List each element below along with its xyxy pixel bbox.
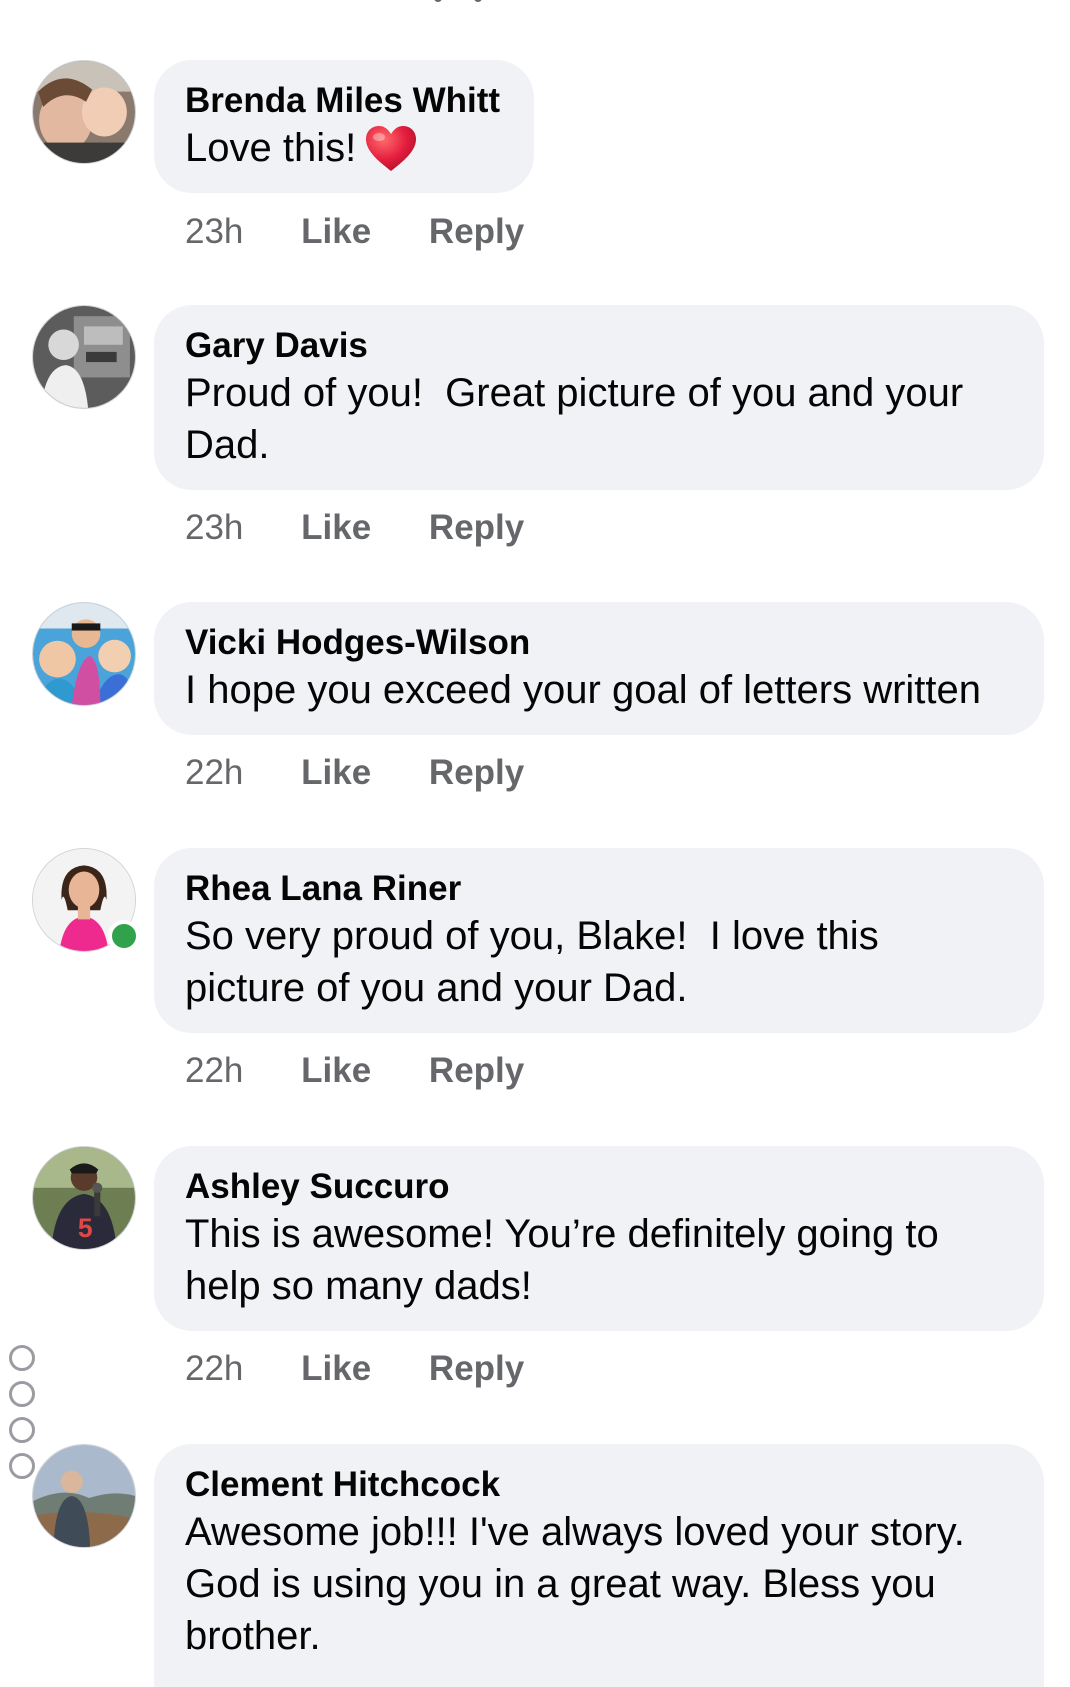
comment-author[interactable]: Rhea Lana Riner xyxy=(185,868,1012,910)
comment-bubble: Brenda Miles Whitt Love this! xyxy=(154,60,534,193)
comment-actions: 23h Like Reply xyxy=(185,508,524,548)
reply-button[interactable]: Reply xyxy=(429,1051,524,1090)
avatar[interactable]: 5 xyxy=(32,1146,136,1250)
thread-circle-icon xyxy=(9,1453,35,1479)
avatar-photo xyxy=(33,61,135,163)
avatar-photo xyxy=(33,306,135,408)
heart-emoji-icon xyxy=(366,126,417,171)
comment-actions: 22h Like Reply xyxy=(185,753,524,793)
cutoff-glyph xyxy=(474,0,483,2)
avatar-photo xyxy=(33,603,135,705)
comment-bubble: Clement Hitchcock Awesome job!!! I've al… xyxy=(154,1444,1044,1687)
svg-text:5: 5 xyxy=(78,1213,93,1243)
like-button[interactable]: Like xyxy=(301,753,371,792)
comment-text: Love this! xyxy=(185,122,502,174)
comment-timestamp[interactable]: 22h xyxy=(185,1051,243,1090)
comment-timestamp[interactable]: 23h xyxy=(185,212,243,251)
comment-text-body: Love this! xyxy=(185,126,357,170)
comment-bubble: Ashley Succuro This is awesome! You’re d… xyxy=(154,1146,1044,1331)
avatar[interactable] xyxy=(32,1444,136,1548)
comment-author[interactable]: Ashley Succuro xyxy=(185,1166,1012,1208)
online-status-indicator xyxy=(108,920,140,952)
thread-circle-icon xyxy=(9,1345,35,1371)
reply-button[interactable]: Reply xyxy=(429,1349,524,1388)
cutoff-glyph xyxy=(434,0,442,2)
reply-button[interactable]: Reply xyxy=(429,753,524,792)
comment-actions: 22h Like Reply xyxy=(185,1349,524,1389)
like-button[interactable]: Like xyxy=(301,1349,371,1388)
avatar-photo xyxy=(33,1445,135,1547)
avatar[interactable] xyxy=(32,60,136,164)
comment-text: So very proud of you, Blake! I love this… xyxy=(185,914,890,1010)
avatar[interactable] xyxy=(32,305,136,409)
comment-bubble: Rhea Lana Riner So very proud of you, Bl… xyxy=(154,848,1044,1033)
previous-comment-actions-cutoff xyxy=(420,0,540,6)
thread-circle-icon xyxy=(9,1417,35,1443)
avatar[interactable] xyxy=(32,602,136,706)
thread-circle-icon xyxy=(9,1381,35,1407)
comment-text: Awesome job!!! I've always loved your st… xyxy=(185,1510,976,1658)
comment-bubble: Vicki Hodges-Wilson I hope you exceed yo… xyxy=(154,602,1044,735)
like-button[interactable]: Like xyxy=(301,1051,371,1090)
avatar-photo: 5 xyxy=(33,1147,135,1249)
comment-actions: 23h Like Reply xyxy=(185,212,524,252)
comment-author[interactable]: Clement Hitchcock xyxy=(185,1464,1012,1506)
comment-author[interactable]: Vicki Hodges-Wilson xyxy=(185,622,1012,664)
comment-text: Proud of you! Great picture of you and y… xyxy=(185,371,975,467)
comment-actions: 22h Like Reply xyxy=(185,1051,524,1091)
reply-button[interactable]: Reply xyxy=(429,212,524,251)
like-button[interactable]: Like xyxy=(301,508,371,547)
comment-timestamp[interactable]: 22h xyxy=(185,1349,243,1388)
comment-timestamp[interactable]: 22h xyxy=(185,753,243,792)
comment-author[interactable]: Brenda Miles Whitt xyxy=(185,80,502,122)
comment-text: I hope you exceed your goal of letters w… xyxy=(185,668,982,712)
comment-bubble: Gary Davis Proud of you! Great picture o… xyxy=(154,305,1044,490)
like-button[interactable]: Like xyxy=(301,212,371,251)
reply-button[interactable]: Reply xyxy=(429,508,524,547)
comment-text: This is awesome! You’re definitely going… xyxy=(185,1212,950,1308)
comment-timestamp[interactable]: 23h xyxy=(185,508,243,547)
comment-author[interactable]: Gary Davis xyxy=(185,325,1012,367)
reply-thread-indicator xyxy=(9,1345,35,1489)
